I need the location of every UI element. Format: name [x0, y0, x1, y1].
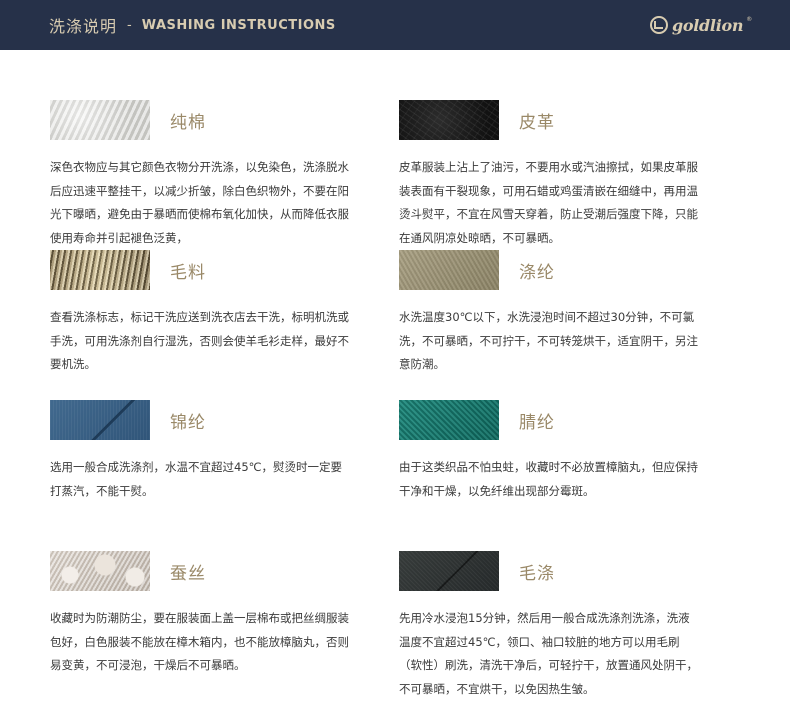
header-bar: 洗涤说明 - WASHING INSTRUCTIONS goldlion ® [0, 0, 790, 50]
fabric-name: 涤纶 [519, 263, 555, 283]
leather-swatch [399, 100, 499, 140]
fabric-description: 皮革服装上沾上了油污，不要用水或汽油擦拭，如果皮革服装表面有干裂现象，可用石蜡或… [399, 160, 698, 245]
title-separator: - [127, 17, 132, 33]
wool-swatch [50, 250, 150, 290]
fabric-name: 皮革 [519, 113, 555, 133]
wool-polyester-swatch [399, 551, 499, 591]
fabric-name: 腈纶 [519, 413, 555, 433]
fabric-name: 蚕丝 [170, 564, 206, 584]
fabric-description: 查看洗涤标志，标记干洗应送到洗衣店去干洗，标明机洗或手洗，可用洗涤剂自行湿洗，否… [50, 310, 349, 371]
acrylic-swatch [399, 400, 499, 440]
lion-logo-icon [650, 16, 668, 34]
brand-name: goldlion [672, 15, 744, 35]
fabric-description: 水洗温度30℃以下，水洗浸泡时间不超过30分钟，不可氯洗，不可暴晒，不可拧干，不… [399, 310, 698, 371]
nylon-swatch [50, 400, 150, 440]
fabric-description: 选用一般合成洗涤剂，水温不宜超过45℃，熨烫时一定要打蒸汽，不能干熨。 [50, 460, 343, 498]
fabric-name: 毛涤 [519, 564, 555, 584]
fabric-description: 先用冷水浸泡15分钟，然后用一般合成洗涤剂洗涤，洗液温度不宜超过45℃，领口、袖… [399, 611, 698, 696]
registered-mark: ® [746, 16, 753, 23]
fabric-name: 纯棉 [170, 113, 206, 133]
brand-logo: goldlion ® [649, 13, 752, 37]
polyester-swatch [399, 250, 499, 290]
title-chinese: 洗涤说明 [49, 17, 118, 36]
silk-swatch [50, 551, 150, 591]
page-title: 洗涤说明 - WASHING INSTRUCTIONS [49, 14, 336, 36]
cotton-swatch [50, 100, 150, 140]
fabric-name: 锦纶 [170, 413, 206, 433]
fabric-description: 收藏时为防潮防尘，要在服装面上盖一层棉布或把丝绸服装包好，白色服装不能放在樟木箱… [50, 611, 349, 672]
fabric-name: 毛料 [170, 263, 206, 283]
title-english: WASHING INSTRUCTIONS [141, 17, 336, 33]
fabric-description: 由于这类织品不怕虫蛀，收藏时不必放置樟脑丸，但应保持干净和干燥，以免纤维出现部分… [399, 460, 698, 498]
fabric-description: 深色衣物应与其它颜色衣物分开洗涤，以免染色，洗涤脱水后应迅速平整挂干，以减少折皱… [50, 160, 349, 245]
